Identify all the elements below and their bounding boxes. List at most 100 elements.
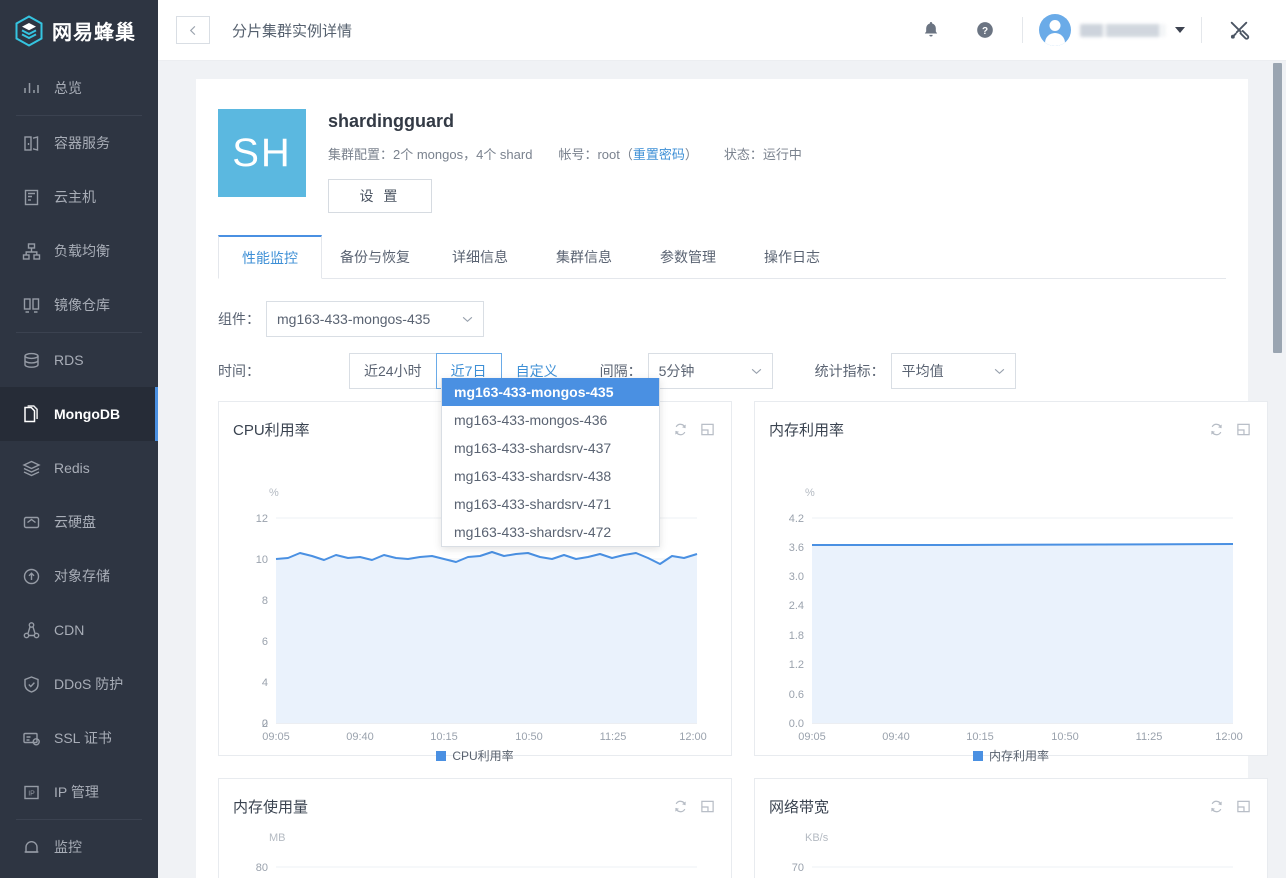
account-text: 帐号：root（重置密码）: [558, 144, 697, 163]
svg-text:09:05: 09:05: [262, 731, 290, 742]
image-repo-icon: [22, 296, 41, 315]
cdn-icon: [22, 621, 41, 640]
sidebar-item-ddos[interactable]: DDoS 防护: [0, 657, 158, 711]
layers-icon: [22, 459, 41, 478]
tab-cluster-info[interactable]: 集群信息: [532, 235, 636, 279]
chevron-down-icon: [994, 368, 1005, 375]
network-ytick: 70: [792, 862, 804, 874]
expand-icon[interactable]: [700, 422, 715, 437]
sidebar-item-label: 负载均衡: [54, 243, 110, 259]
chart-body: MB 80: [219, 819, 731, 878]
sidebar-item-label: IP 管理: [54, 784, 99, 800]
chart-legend: 内存利用率: [755, 747, 1267, 764]
sidebar-item-cloud-disk[interactable]: 云硬盘: [0, 495, 158, 549]
chart-title: 内存利用率: [769, 421, 845, 439]
legend-swatch: [972, 750, 983, 761]
expand-icon[interactable]: [700, 799, 715, 814]
sidebar-item-ip[interactable]: IP IP 管理: [0, 765, 158, 819]
tab-performance-monitor[interactable]: 性能监控: [218, 235, 322, 279]
sidebar-item-object-storage[interactable]: 对象存储: [0, 549, 158, 603]
chart-body: KB/s 70: [755, 819, 1267, 878]
tab-details[interactable]: 详细信息: [428, 235, 532, 279]
chart-actions: [673, 799, 715, 814]
tab-backup-restore[interactable]: 备份与恢复: [322, 235, 428, 279]
shield-icon: [22, 675, 41, 694]
refresh-icon[interactable]: [1209, 422, 1224, 437]
interval-select[interactable]: 5分钟: [647, 353, 773, 389]
chart-title: 网络带宽: [769, 798, 830, 816]
sidebar-item-label: 监控: [54, 839, 82, 855]
network-chart-svg: KB/s 70: [792, 832, 1233, 874]
refresh-icon[interactable]: [1209, 799, 1224, 814]
cpu-area: [276, 552, 697, 723]
sidebar-item-redis[interactable]: Redis: [0, 441, 158, 495]
certificate-icon: [22, 729, 41, 748]
help-button[interactable]: ?: [958, 0, 1012, 61]
svg-text:09:05: 09:05: [798, 731, 826, 742]
tools-button[interactable]: [1212, 0, 1266, 61]
interval-select-value: 5分钟: [658, 363, 695, 379]
tab-parameters[interactable]: 参数管理: [636, 235, 740, 279]
topbar-divider: [1022, 17, 1023, 43]
disk-icon: [22, 513, 41, 532]
expand-icon[interactable]: [1236, 799, 1251, 814]
sidebar-item-overview[interactable]: 总览: [0, 61, 158, 115]
refresh-icon[interactable]: [673, 422, 688, 437]
time-label: 时间：: [218, 363, 260, 379]
object-storage-icon: [22, 567, 41, 586]
settings-button[interactable]: 设 置: [328, 179, 432, 213]
svg-text:%: %: [269, 487, 279, 499]
memory-usage-chart-svg: MB 80: [256, 832, 697, 874]
dropdown-option-2[interactable]: mg163-433-shardsrv-437: [442, 434, 659, 462]
sidebar-item-container-service[interactable]: 容器服务: [0, 116, 158, 170]
sidebar-item-cdn[interactable]: CDN: [0, 603, 158, 657]
bell-icon: [921, 20, 941, 40]
svg-text:6: 6: [262, 636, 268, 648]
sidebar-item-label: SSL 证书: [54, 730, 112, 746]
memory-usage-unit: MB: [269, 832, 286, 844]
svg-text:10:15: 10:15: [430, 731, 458, 742]
page-title: shardingguard: [328, 111, 455, 131]
brand-logo[interactable]: 网易蜂巢: [0, 0, 158, 61]
notifications-button[interactable]: [904, 0, 958, 61]
page-scrollbar-thumb[interactable]: [1273, 63, 1282, 353]
dropdown-option-1[interactable]: mg163-433-mongos-436: [442, 406, 659, 434]
sidebar-item-load-balancer[interactable]: 负载均衡: [0, 224, 158, 278]
page-content: SH shardingguard 集群配置：2个 mongos，4个 shard…: [158, 61, 1286, 878]
dropdown-option-0[interactable]: mg163-433-mongos-435: [442, 378, 659, 406]
component-select[interactable]: mg163-433-mongos-435: [266, 301, 484, 337]
component-dropdown-list[interactable]: mg163-433-mongos-435 mg163-433-mongos-43…: [441, 378, 660, 547]
sidebar-item-mongodb[interactable]: MongoDB: [0, 387, 158, 441]
brand-name: 网易蜂巢: [52, 20, 136, 44]
account-suffix: ）: [684, 147, 698, 162]
sidebar-item-rds[interactable]: RDS: [0, 333, 158, 387]
tab-operation-log[interactable]: 操作日志: [740, 235, 844, 279]
expand-icon[interactable]: [1236, 422, 1251, 437]
status-text: 状态：运行中: [723, 147, 802, 162]
refresh-icon[interactable]: [673, 799, 688, 814]
chart-card-memory-util: 内存利用率 % 4.2 3.6 3.0 2.4 1.8 1.2 0.6 0.0 …: [754, 401, 1268, 763]
component-row: 组件： mg163-433-mongos-435: [218, 299, 1226, 339]
dropdown-option-3[interactable]: mg163-433-shardsrv-438: [442, 462, 659, 490]
reset-password-link[interactable]: 重置密码: [633, 147, 685, 162]
hexagon-layers-icon: [14, 14, 44, 47]
chart-header: 内存利用率: [755, 402, 1267, 442]
sidebar-item-image-repo[interactable]: 镜像仓库: [0, 278, 158, 332]
metric-select[interactable]: 平均值: [890, 353, 1016, 389]
svg-text:10: 10: [256, 554, 268, 566]
svg-text:10:50: 10:50: [1051, 731, 1079, 742]
svg-text:11:25: 11:25: [1136, 731, 1163, 742]
chart-header: 网络带宽: [755, 779, 1267, 819]
dropdown-option-4[interactable]: mg163-433-shardsrv-471: [442, 490, 659, 518]
time-range-24h[interactable]: 近24小时: [349, 353, 437, 389]
svg-text:12:00: 12:00: [1215, 731, 1243, 742]
sidebar-item-monitor[interactable]: 监控: [0, 820, 158, 874]
breadcrumb: 分片集群实例详情: [232, 22, 353, 40]
svg-text:%: %: [805, 487, 815, 499]
dropdown-option-5[interactable]: mg163-433-shardsrv-472: [442, 518, 659, 546]
sidebar-item-cloud-host[interactable]: 云主机: [0, 170, 158, 224]
sidebar-item-ssl[interactable]: SSL 证书: [0, 711, 158, 765]
user-menu[interactable]: [1033, 14, 1191, 46]
back-button[interactable]: [176, 16, 210, 44]
instance-panel: SH shardingguard 集群配置：2个 mongos，4个 shard…: [196, 79, 1268, 878]
